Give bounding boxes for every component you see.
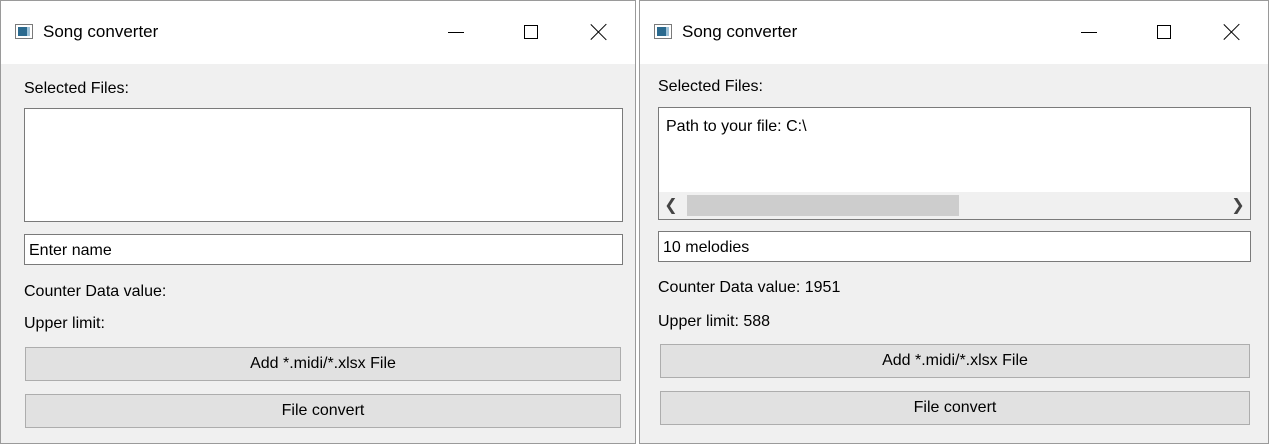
close-icon [590, 23, 608, 41]
upper-limit-label: Upper limit: [24, 315, 105, 332]
minimize-button[interactable] [433, 13, 479, 53]
minimize-icon [448, 32, 464, 33]
window-title: Song converter [43, 22, 159, 41]
file-convert-button[interactable]: File convert [25, 394, 621, 428]
app-window-icon [654, 24, 672, 39]
minimize-button[interactable] [1066, 13, 1112, 53]
selected-file-path: Path to your file: C:\ [666, 118, 807, 135]
song-converter-window-empty: Song converter Selected Files: Enter nam… [0, 0, 636, 444]
scroll-left-icon[interactable]: ❮ [661, 195, 681, 216]
close-icon [1223, 23, 1241, 41]
selected-files-list[interactable]: Path to your file: C:\ ❮ ❯ [658, 107, 1251, 220]
upper-limit-label: Upper limit: 588 [658, 313, 771, 330]
file-convert-button[interactable]: File convert [660, 391, 1250, 425]
app-window-icon [15, 24, 33, 39]
add-file-button[interactable]: Add *.midi/*.xlsx File [25, 347, 621, 381]
title-bar[interactable]: Song converter [1, 1, 635, 64]
selected-files-label: Selected Files: [658, 78, 763, 95]
selected-files-list[interactable] [24, 108, 623, 222]
song-converter-window-filled: Song converter Selected Files: Path to y… [639, 0, 1269, 444]
maximize-icon [524, 25, 538, 39]
scroll-thumb[interactable] [687, 195, 959, 216]
maximize-icon [1157, 25, 1171, 39]
counter-data-value-label: Counter Data value: 1951 [658, 279, 841, 296]
selected-files-label: Selected Files: [24, 80, 129, 97]
maximize-button[interactable] [508, 13, 554, 53]
minimize-icon [1081, 32, 1097, 33]
maximize-button[interactable] [1141, 13, 1187, 53]
close-button[interactable] [1209, 13, 1255, 53]
close-button[interactable] [576, 13, 622, 53]
name-input[interactable]: Enter name [24, 234, 623, 265]
title-bar[interactable]: Song converter [640, 1, 1268, 64]
window-title: Song converter [682, 22, 798, 41]
horizontal-scrollbar[interactable]: ❮ ❯ [659, 192, 1250, 219]
counter-data-value-label: Counter Data value: [24, 283, 167, 300]
add-file-button[interactable]: Add *.midi/*.xlsx File [660, 344, 1250, 378]
scroll-right-icon[interactable]: ❯ [1228, 195, 1248, 216]
name-input[interactable]: 10 melodies [658, 231, 1251, 262]
